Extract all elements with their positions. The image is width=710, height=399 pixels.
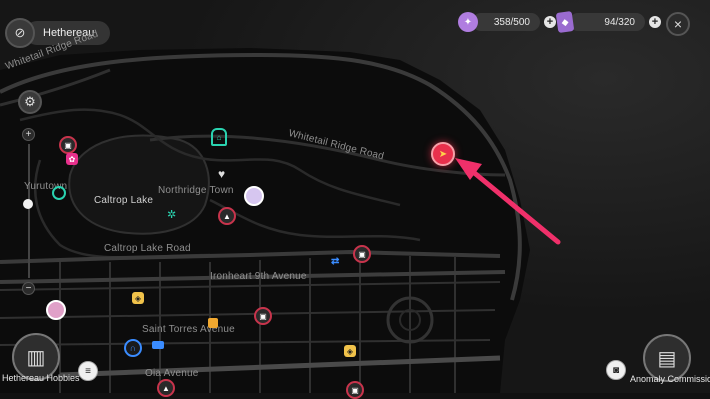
heart-icon: ♥ — [218, 167, 226, 181]
zoom-out-button[interactable]: − — [22, 282, 35, 295]
label-oia-avenue: Oia Avenue — [145, 368, 199, 379]
box-icon: ◈ — [134, 293, 142, 303]
hobbies-label: Hethereau Hobbies — [2, 373, 80, 383]
blue-swap-marker[interactable]: ⇄ — [331, 256, 339, 267]
poi-bottom-marker-2[interactable]: ▣ — [346, 381, 364, 399]
teal-gate-marker[interactable]: ⌂ — [211, 128, 227, 146]
cards-value: 94/320 — [569, 13, 645, 31]
poi-bottom-marker[interactable]: ▲ — [157, 379, 175, 397]
resource-cards: ◆ 94/320 + — [555, 10, 661, 34]
label-northridge-town: Northridge Town — [158, 185, 234, 196]
add-energy-button[interactable]: + — [544, 16, 556, 28]
blue-car-marker[interactable] — [152, 341, 164, 349]
character-portrait-marker[interactable] — [244, 186, 264, 206]
teal-sparkle-marker[interactable]: ✲ — [167, 208, 176, 221]
plus-icon: + — [25, 129, 32, 140]
gear-icon: ⚙ — [24, 94, 36, 109]
pink-event-marker[interactable]: ✿ — [66, 153, 78, 165]
target-location-marker[interactable]: ➤ — [431, 142, 455, 166]
add-cards-button[interactable]: + — [649, 16, 661, 28]
photo-button[interactable]: ◙ — [606, 360, 626, 380]
zoom-in-button[interactable]: + — [22, 128, 35, 141]
heart-hand-marker[interactable]: ♥ — [218, 167, 225, 181]
poi-shop-marker-2[interactable]: ▣ — [353, 245, 371, 263]
close-button[interactable]: × — [666, 12, 690, 36]
teal-ring-marker[interactable] — [52, 186, 66, 200]
folder-icon: ▤ — [657, 347, 677, 370]
blue-arch-marker[interactable]: ∩ — [124, 339, 142, 357]
resource-energy: ✦ 358/500 + — [458, 12, 556, 32]
label-saint-torres-avenue: Saint Torres Avenue — [142, 324, 235, 335]
tower-icon: ▲ — [223, 211, 231, 221]
commission-label: Anomaly Commission — [630, 374, 710, 384]
label-caltrop-lake: Caltrop Lake — [94, 195, 154, 206]
compass-icon: ⊘ — [5, 18, 35, 48]
bottom-icon: ▲ — [162, 383, 170, 393]
gate-icon: ⌂ — [216, 132, 222, 142]
photo-icon: ◙ — [612, 364, 620, 376]
shop-icon-2: ▣ — [358, 249, 366, 259]
bottom-icon-2: ▣ — [351, 385, 359, 395]
pink-character-marker[interactable] — [46, 300, 66, 320]
notes-icon: ≡ — [85, 365, 91, 377]
energy-orb-icon: ✦ — [458, 12, 478, 32]
building-icon: ▥ — [26, 346, 46, 369]
poi-shop-marker-3[interactable]: ▣ — [254, 307, 272, 325]
label-caltrop-lake-road: Caltrop Lake Road — [104, 243, 191, 254]
shop-icon: ▣ — [64, 140, 72, 150]
settings-button[interactable]: ⚙ — [18, 90, 42, 114]
yellow-box-marker[interactable]: ◈ — [132, 292, 144, 304]
shop-icon-3: ▣ — [259, 311, 267, 321]
close-icon: × — [673, 16, 683, 32]
zoom-slider-track[interactable] — [28, 144, 30, 278]
label-ironheart-9th-avenue: Ironheart 9th Avenue — [210, 271, 307, 282]
minus-icon: − — [25, 283, 32, 294]
energy-value: 358/500 — [472, 13, 540, 31]
poi-shop-marker[interactable]: ▣ — [59, 136, 77, 154]
yellow-box-marker-2[interactable]: ◈ — [344, 345, 356, 357]
poi-tower-marker[interactable]: ▲ — [218, 207, 236, 225]
orange-lock-marker[interactable] — [208, 318, 218, 328]
box-icon-2: ◈ — [346, 346, 354, 356]
swap-icon: ⇄ — [331, 256, 340, 267]
notes-button[interactable]: ≡ — [78, 361, 98, 381]
zoom-slider-handle[interactable] — [23, 199, 33, 209]
arch-icon: ∩ — [129, 343, 137, 353]
navigation-arrow-icon: ➤ — [438, 148, 448, 160]
purple-card-icon: ◆ — [555, 10, 575, 34]
pink-gift-icon: ✿ — [68, 154, 76, 164]
sparkle-icon: ✲ — [167, 209, 177, 221]
